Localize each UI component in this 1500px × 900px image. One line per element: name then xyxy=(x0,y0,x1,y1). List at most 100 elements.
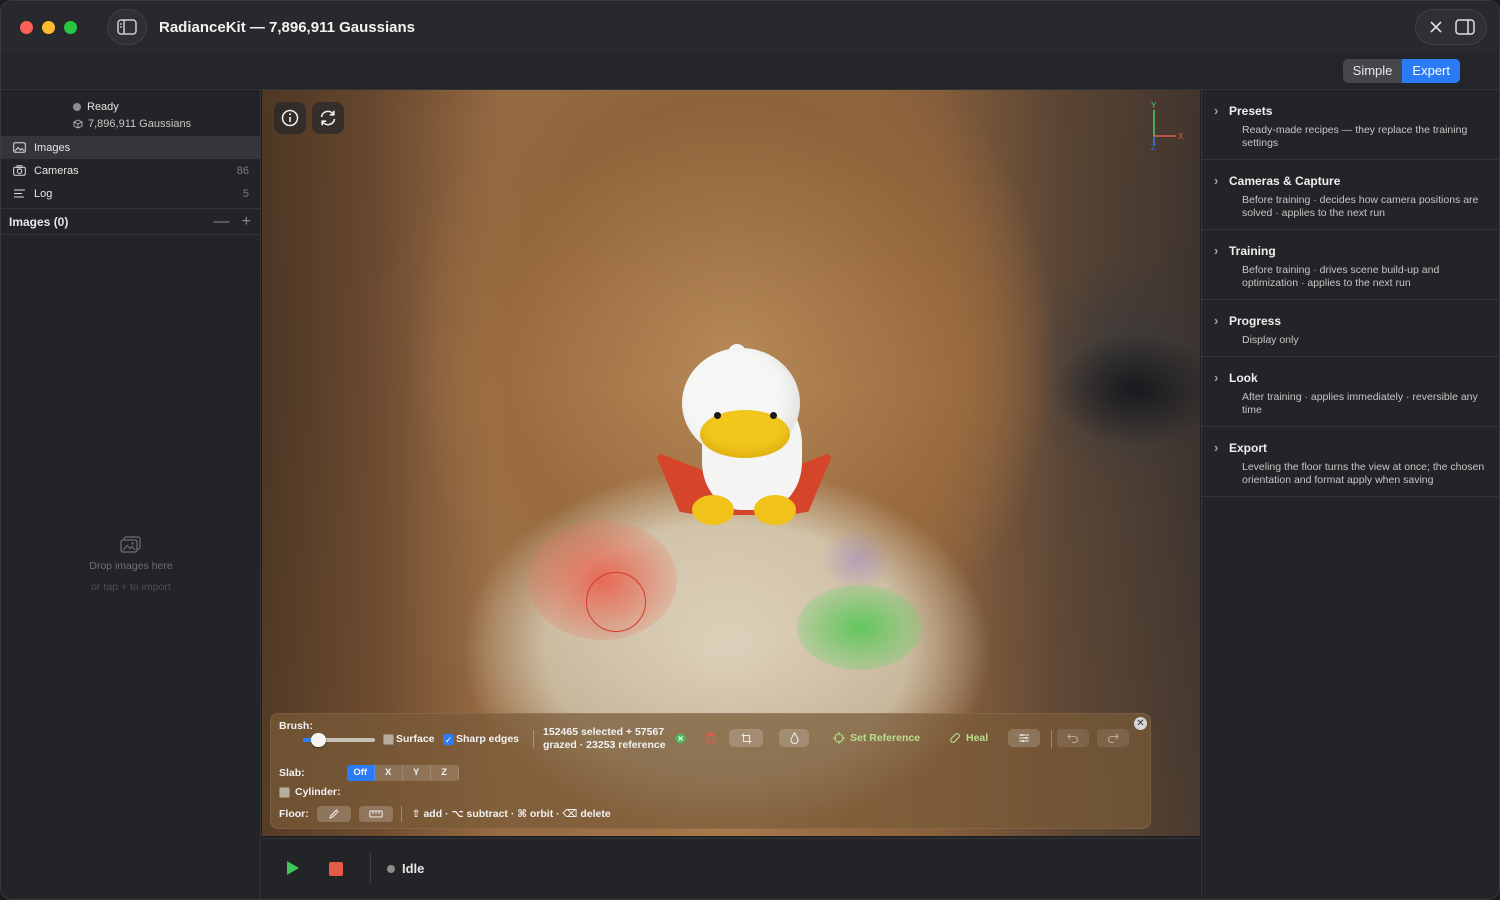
floor-measure-button[interactable] xyxy=(358,806,393,822)
selection-tint-purple xyxy=(822,530,892,590)
slab-option-off[interactable]: Off xyxy=(346,765,375,781)
slider-fill xyxy=(303,738,311,742)
section-title: Export xyxy=(1229,440,1268,455)
info-button[interactable] xyxy=(274,102,306,134)
section-look[interactable]: › Look After training · applies immediate… xyxy=(1202,357,1499,427)
slab-option-y[interactable]: Y xyxy=(403,765,431,781)
remove-image-button[interactable]: — xyxy=(214,213,230,231)
undo-icon xyxy=(1067,733,1078,743)
bandage-icon xyxy=(950,733,960,743)
section-title: Look xyxy=(1229,370,1258,385)
chevron-right-icon: › xyxy=(1214,103,1219,118)
sidebar-item-cameras[interactable]: Cameras 86 xyxy=(1,159,261,182)
floor-draw-button[interactable] xyxy=(316,806,351,822)
crop-icon xyxy=(741,733,751,743)
heal-label: Heal xyxy=(966,732,989,744)
inspector-toggle-icon[interactable] xyxy=(1454,19,1475,35)
titlebar: RadianceKit — 7,896,911 Gaussians xyxy=(1,1,1499,53)
playback-bar: Idle xyxy=(262,838,1200,899)
brush-size-slider[interactable] xyxy=(303,733,375,747)
delete-selection-button[interactable] xyxy=(699,729,722,747)
scene-viewport[interactable]: Y X Z ✕ Brush: Surface ✓ Sharp edges 152… xyxy=(262,90,1200,836)
brush-cursor xyxy=(586,572,646,632)
mode-expert[interactable]: Expert xyxy=(1402,59,1460,83)
slider-knob[interactable] xyxy=(311,733,326,747)
maximize-window-button[interactable] xyxy=(64,20,77,34)
surface-checkbox-box[interactable] xyxy=(383,733,394,745)
sidebar-toggle-button[interactable] xyxy=(107,9,147,45)
section-title: Cameras & Capture xyxy=(1229,173,1341,188)
camera-icon xyxy=(13,165,27,176)
slab-label: Slab: xyxy=(279,767,305,779)
section-title: Progress xyxy=(1229,313,1282,328)
clear-selection-button[interactable] xyxy=(669,729,692,747)
crop-button[interactable] xyxy=(729,729,763,747)
section-description: Ready-made recipes — they replace the tr… xyxy=(1242,124,1468,149)
reset-view-button[interactable] xyxy=(312,102,344,134)
modifier-hint: ⇧ add · ⌥ subtract · ⌘ orbit · ⌫ delete xyxy=(411,808,611,820)
drop-icon xyxy=(789,732,799,744)
section-export[interactable]: › Export Leveling the floor turns the vie… xyxy=(1202,427,1499,497)
section-presets[interactable]: › Presets Ready-made recipes — they repla… xyxy=(1202,90,1499,160)
section-description: Display only xyxy=(1242,334,1299,346)
chevron-right-icon: › xyxy=(1214,243,1219,258)
cylinder-label: Cylinder: xyxy=(295,786,341,798)
list-icon xyxy=(13,188,27,199)
section-training[interactable]: › Training Before training · drives scene… xyxy=(1202,230,1499,300)
left-sidebar: Ready 7,896,911 Gaussians Images Cameras… xyxy=(1,90,261,899)
inspector-panel: › Presets Ready-made recipes — they repla… xyxy=(1201,90,1499,899)
heal-button[interactable]: Heal xyxy=(943,729,994,747)
close-window-button[interactable] xyxy=(20,20,33,34)
divider xyxy=(533,730,534,748)
sidebar-item-images[interactable]: Images xyxy=(1,136,261,159)
titlebar-right-controls xyxy=(1415,9,1487,45)
section-progress[interactable]: › Progress Display only xyxy=(1202,300,1499,357)
play-icon[interactable] xyxy=(286,860,300,876)
reference-tint-green xyxy=(797,585,922,670)
status-dot xyxy=(387,864,395,873)
sidebar-item-label: Images xyxy=(34,141,71,154)
slab-row: Slab: Off X Y Z xyxy=(279,765,459,781)
chevron-right-icon: › xyxy=(1214,440,1219,455)
surface-checkbox[interactable]: Surface xyxy=(383,733,435,745)
sidebar-item-log[interactable]: Log 5 xyxy=(1,182,261,205)
cylinder-checkbox-box[interactable] xyxy=(279,786,290,798)
trash-icon xyxy=(706,732,715,744)
adjust-button[interactable] xyxy=(1008,729,1040,747)
sidebar-item-count: 86 xyxy=(236,164,249,177)
cylinder-checkbox[interactable] xyxy=(279,786,290,798)
set-reference-button[interactable]: Set Reference xyxy=(827,729,926,747)
clear-circle-icon xyxy=(675,733,686,743)
sharp-edges-checkbox[interactable]: ✓ Sharp edges xyxy=(443,733,519,745)
redo-button[interactable] xyxy=(1097,729,1129,747)
minimize-window-button[interactable] xyxy=(42,20,55,34)
close-toolbar-button[interactable]: ✕ xyxy=(1134,717,1147,730)
cube-icon xyxy=(73,118,83,129)
section-cameras-capture[interactable]: › Cameras & Capture Before training · dec… xyxy=(1202,160,1499,230)
sidebar-nav: Images Cameras 86 Log 5 xyxy=(1,136,261,205)
duck-eye xyxy=(714,412,721,419)
section-description: After training · applies immediately · r… xyxy=(1242,391,1478,416)
duck-foot xyxy=(692,495,734,525)
ready-status: Ready xyxy=(73,99,191,115)
mode-simple[interactable]: Simple xyxy=(1343,59,1403,83)
dropzone-subtitle: or tap + to import xyxy=(91,581,171,593)
undo-button[interactable] xyxy=(1057,729,1089,747)
mode-segmented-control: Simple Expert xyxy=(1342,59,1460,83)
status-dot xyxy=(73,103,81,111)
image-dropzone[interactable]: Drop images here or tap + to import xyxy=(1,536,261,593)
slab-option-x[interactable]: X xyxy=(375,765,403,781)
training-status-text: Idle xyxy=(402,861,425,876)
images-header-label: Images (0) xyxy=(9,214,69,229)
stop-button[interactable] xyxy=(329,862,343,876)
slab-option-z[interactable]: Z xyxy=(431,765,459,781)
fill-button[interactable] xyxy=(779,729,809,747)
add-image-button[interactable]: + xyxy=(242,213,251,231)
sharp-edges-checkbox-box[interactable]: ✓ xyxy=(443,733,454,745)
window-title: RadianceKit — 7,896,911 Gaussians xyxy=(159,18,415,36)
duck-foot xyxy=(754,495,796,525)
close-icon[interactable] xyxy=(1428,19,1444,35)
divider xyxy=(370,853,371,883)
slab-segmented-control: Off X Y Z xyxy=(346,765,459,781)
photos-icon xyxy=(1,536,261,554)
